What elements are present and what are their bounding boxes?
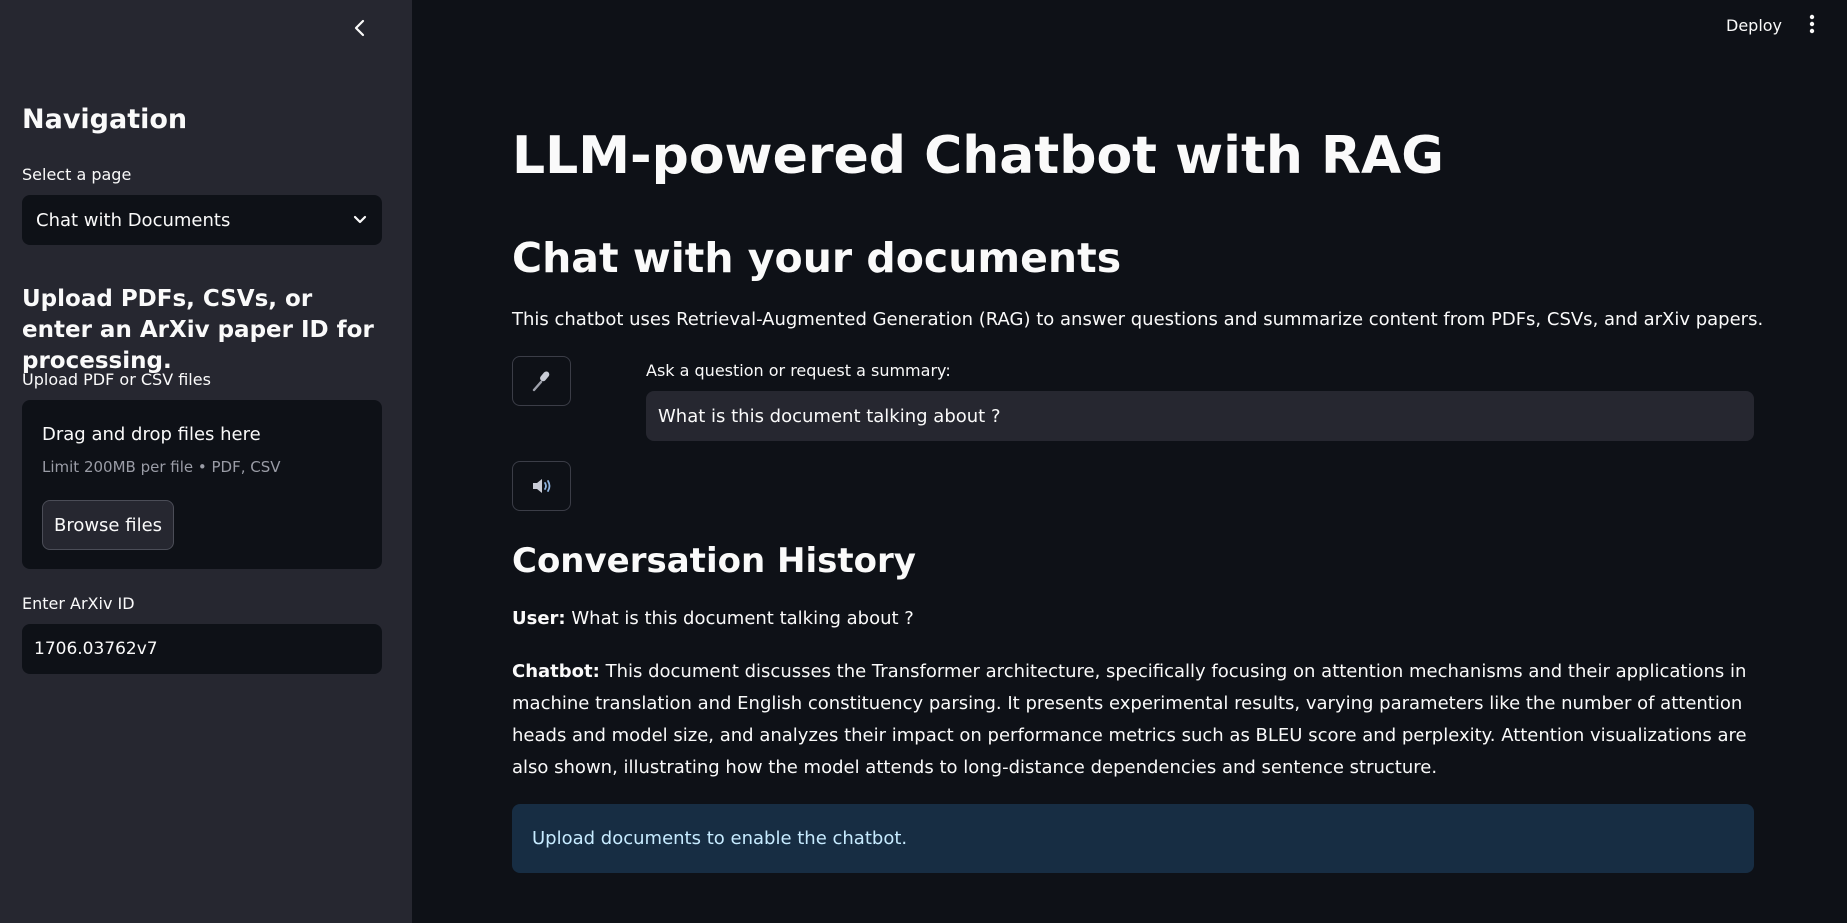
history-title: Conversation History xyxy=(512,541,916,581)
dropzone-title: Drag and drop files here xyxy=(42,424,261,445)
file-dropzone[interactable]: Drag and drop files here Limit 200MB per… xyxy=(22,400,382,569)
ask-label: Ask a question or request a summary: xyxy=(646,361,951,380)
browse-files-button[interactable]: Browse files xyxy=(42,500,174,550)
page-select-value: Chat with Documents xyxy=(36,209,231,231)
dropzone-limit: Limit 200MB per file • PDF, CSV xyxy=(42,458,281,476)
chevron-left-icon xyxy=(354,19,365,37)
message-text: What is this document talking about ? xyxy=(571,608,914,629)
arxiv-id-input[interactable]: 1706.03762v7 xyxy=(22,624,382,674)
kebab-menu-icon xyxy=(1809,14,1815,34)
chat-message-user: User: What is this document talking abou… xyxy=(512,603,1752,635)
play-audio-button[interactable] xyxy=(512,461,571,511)
record-voice-button[interactable] xyxy=(512,356,571,406)
info-alert: Upload documents to enable the chatbot. xyxy=(512,804,1754,873)
page-description: This chatbot uses Retrieval-Augmented Ge… xyxy=(512,309,1764,330)
message-speaker: User: xyxy=(512,608,566,629)
speaker-icon xyxy=(532,479,550,493)
upload-label: Upload PDF or CSV files xyxy=(22,370,211,389)
message-speaker: Chatbot: xyxy=(512,661,600,682)
arxiv-label: Enter ArXiv ID xyxy=(22,594,135,613)
main-menu-button[interactable] xyxy=(1796,8,1828,40)
collapse-sidebar-button[interactable] xyxy=(346,14,374,42)
page-select[interactable]: Chat with Documents xyxy=(22,195,382,245)
chat-message-bot: Chatbot: This document discusses the Tra… xyxy=(512,656,1752,784)
microphone-icon xyxy=(532,371,549,392)
app-root: Navigation Select a page Chat with Docum… xyxy=(0,0,1847,923)
select-page-label: Select a page xyxy=(22,165,132,184)
question-input[interactable]: What is this document talking about ? xyxy=(646,391,1754,441)
upload-heading: Upload PDFs, CSVs, or enter an ArXiv pap… xyxy=(22,286,374,374)
chevron-down-icon xyxy=(353,215,367,224)
nav-title: Navigation xyxy=(22,104,188,135)
sidebar: Navigation Select a page Chat with Docum… xyxy=(0,0,412,923)
page-subtitle: Chat with your documents xyxy=(512,234,1122,282)
page-title: LLM-powered Chatbot with RAG xyxy=(512,126,1444,186)
deploy-button[interactable]: Deploy xyxy=(1726,12,1782,39)
message-text: This document discusses the Transformer … xyxy=(512,661,1747,778)
